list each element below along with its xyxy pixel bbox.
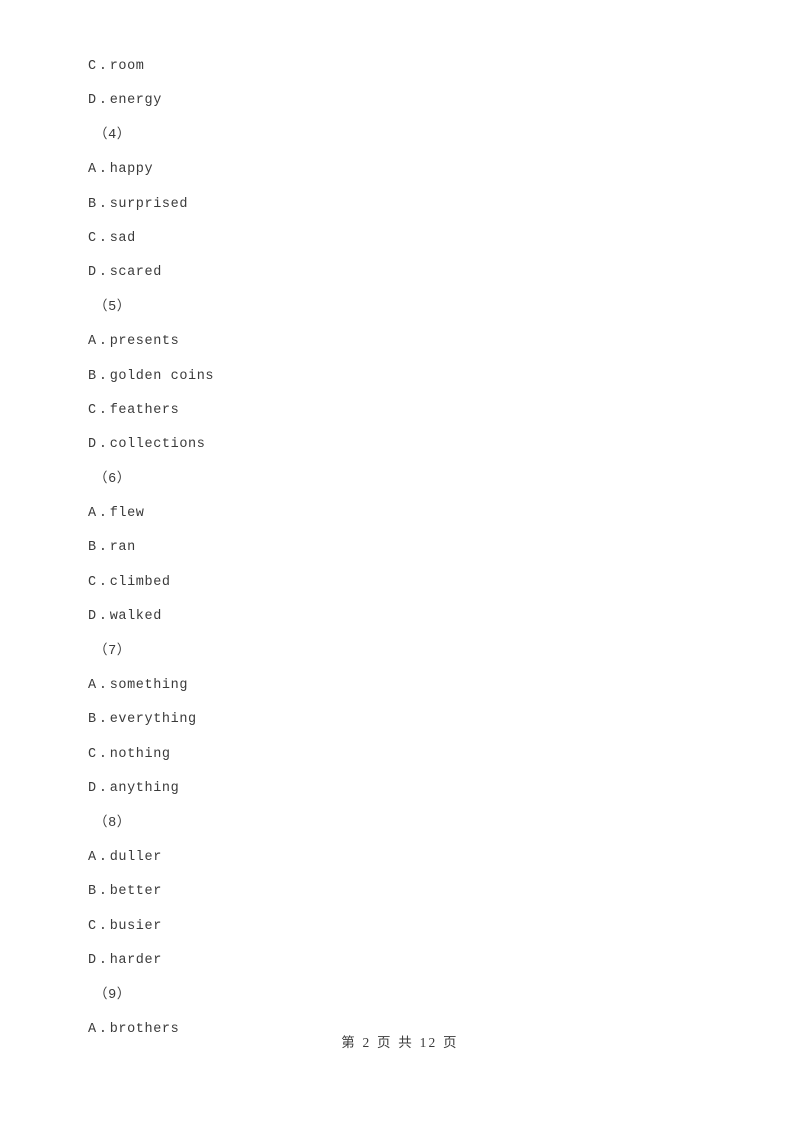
option-letter: A (88, 849, 97, 865)
option-letter: A (88, 506, 97, 522)
option-item: D. scared (88, 256, 728, 290)
option-item: A. presents (88, 325, 728, 359)
option-letter: C (88, 746, 97, 762)
option-text: flew (109, 506, 145, 522)
option-item: D. walked (88, 600, 728, 634)
option-letter: B (88, 884, 97, 900)
option-separator: . (98, 334, 108, 350)
option-text: golden coins (109, 368, 215, 384)
option-item: A. duller (88, 841, 728, 875)
option-text: ran (109, 540, 136, 556)
option-separator: . (98, 781, 108, 797)
option-item: D. harder (88, 944, 728, 978)
option-letter: D (88, 953, 97, 969)
option-letter: B (88, 540, 97, 556)
option-item: D. anything (88, 772, 728, 806)
option-separator: . (98, 609, 108, 625)
option-separator: . (98, 196, 108, 212)
option-item: A. flew (88, 497, 728, 531)
option-item: C. feathers (88, 394, 728, 428)
option-separator: . (98, 93, 108, 109)
option-separator: . (98, 746, 108, 762)
option-letter: A (88, 162, 97, 178)
option-item: C. sad (88, 222, 728, 256)
option-separator: . (98, 162, 108, 178)
option-separator: . (98, 678, 108, 694)
option-text: scared (109, 265, 162, 281)
page-footer: 第 2 页 共 12 页 (341, 1035, 459, 1050)
option-item: B. better (88, 875, 728, 909)
option-letter: C (88, 230, 97, 246)
option-letter: D (88, 609, 97, 625)
option-letter: D (88, 437, 97, 453)
question-number: （9） (94, 987, 131, 1003)
option-item: C. busier (88, 910, 728, 944)
option-separator: . (98, 712, 108, 728)
option-separator: . (98, 953, 108, 969)
option-letter: B (88, 712, 97, 728)
option-separator: . (98, 230, 108, 246)
question-options-list: C. room D. energy （4） A. happy B. surprised C. sad… (88, 50, 728, 1047)
document-page: C. room D. energy （4） A. happy B. surprised C. sad… (0, 0, 800, 1132)
option-letter: B (88, 368, 97, 384)
option-separator: . (98, 59, 108, 74)
option-item: D. collections (88, 428, 728, 462)
option-item: D. energy (88, 84, 728, 118)
option-item: A. something (88, 669, 728, 703)
option-item: B. surprised (88, 188, 728, 222)
option-text: room (109, 59, 145, 74)
question-number: （6） (94, 471, 131, 487)
option-text: surprised (109, 196, 189, 212)
option-letter: C (88, 918, 97, 934)
option-item: B. everything (88, 703, 728, 737)
option-letter: C (88, 402, 97, 418)
option-text: harder (109, 953, 162, 969)
option-text: happy (109, 162, 154, 178)
option-text: collections (109, 437, 206, 453)
option-separator: . (98, 402, 108, 418)
option-separator: . (98, 849, 108, 865)
option-separator: . (98, 437, 108, 453)
option-item: C. room (88, 50, 728, 84)
option-letter: C (88, 59, 97, 74)
question-number: （5） (94, 299, 131, 315)
question-number: （7） (94, 643, 131, 659)
option-letter: D (88, 265, 97, 281)
option-letter: D (88, 93, 97, 109)
option-letter: B (88, 196, 97, 212)
option-separator: . (98, 368, 108, 384)
option-item: B. golden coins (88, 360, 728, 394)
option-separator: . (98, 574, 108, 590)
option-text: anything (109, 781, 180, 797)
option-item: C. nothing (88, 738, 728, 772)
option-text: everything (109, 712, 197, 728)
option-text: sad (109, 230, 136, 246)
option-letter: C (88, 574, 97, 590)
option-text: walked (109, 609, 162, 625)
question-number: （8） (94, 815, 131, 831)
option-text: busier (109, 918, 162, 934)
option-item: A. happy (88, 153, 728, 187)
option-text: energy (109, 93, 162, 109)
option-separator: . (98, 540, 108, 556)
option-separator: . (98, 506, 108, 522)
option-text: something (109, 678, 189, 694)
option-separator: . (98, 884, 108, 900)
option-text: climbed (109, 574, 171, 590)
option-text: nothing (109, 746, 171, 762)
option-letter: D (88, 781, 97, 797)
option-letter: A (88, 334, 97, 350)
option-text: presents (109, 334, 180, 350)
option-letter: A (88, 678, 97, 694)
question-number: （4） (94, 127, 131, 143)
option-text: better (109, 884, 162, 900)
option-item: B. ran (88, 531, 728, 565)
option-separator: . (98, 265, 108, 281)
option-item: C. climbed (88, 566, 728, 600)
option-text: feathers (109, 402, 180, 418)
option-text: duller (109, 849, 162, 865)
option-separator: . (98, 918, 108, 934)
